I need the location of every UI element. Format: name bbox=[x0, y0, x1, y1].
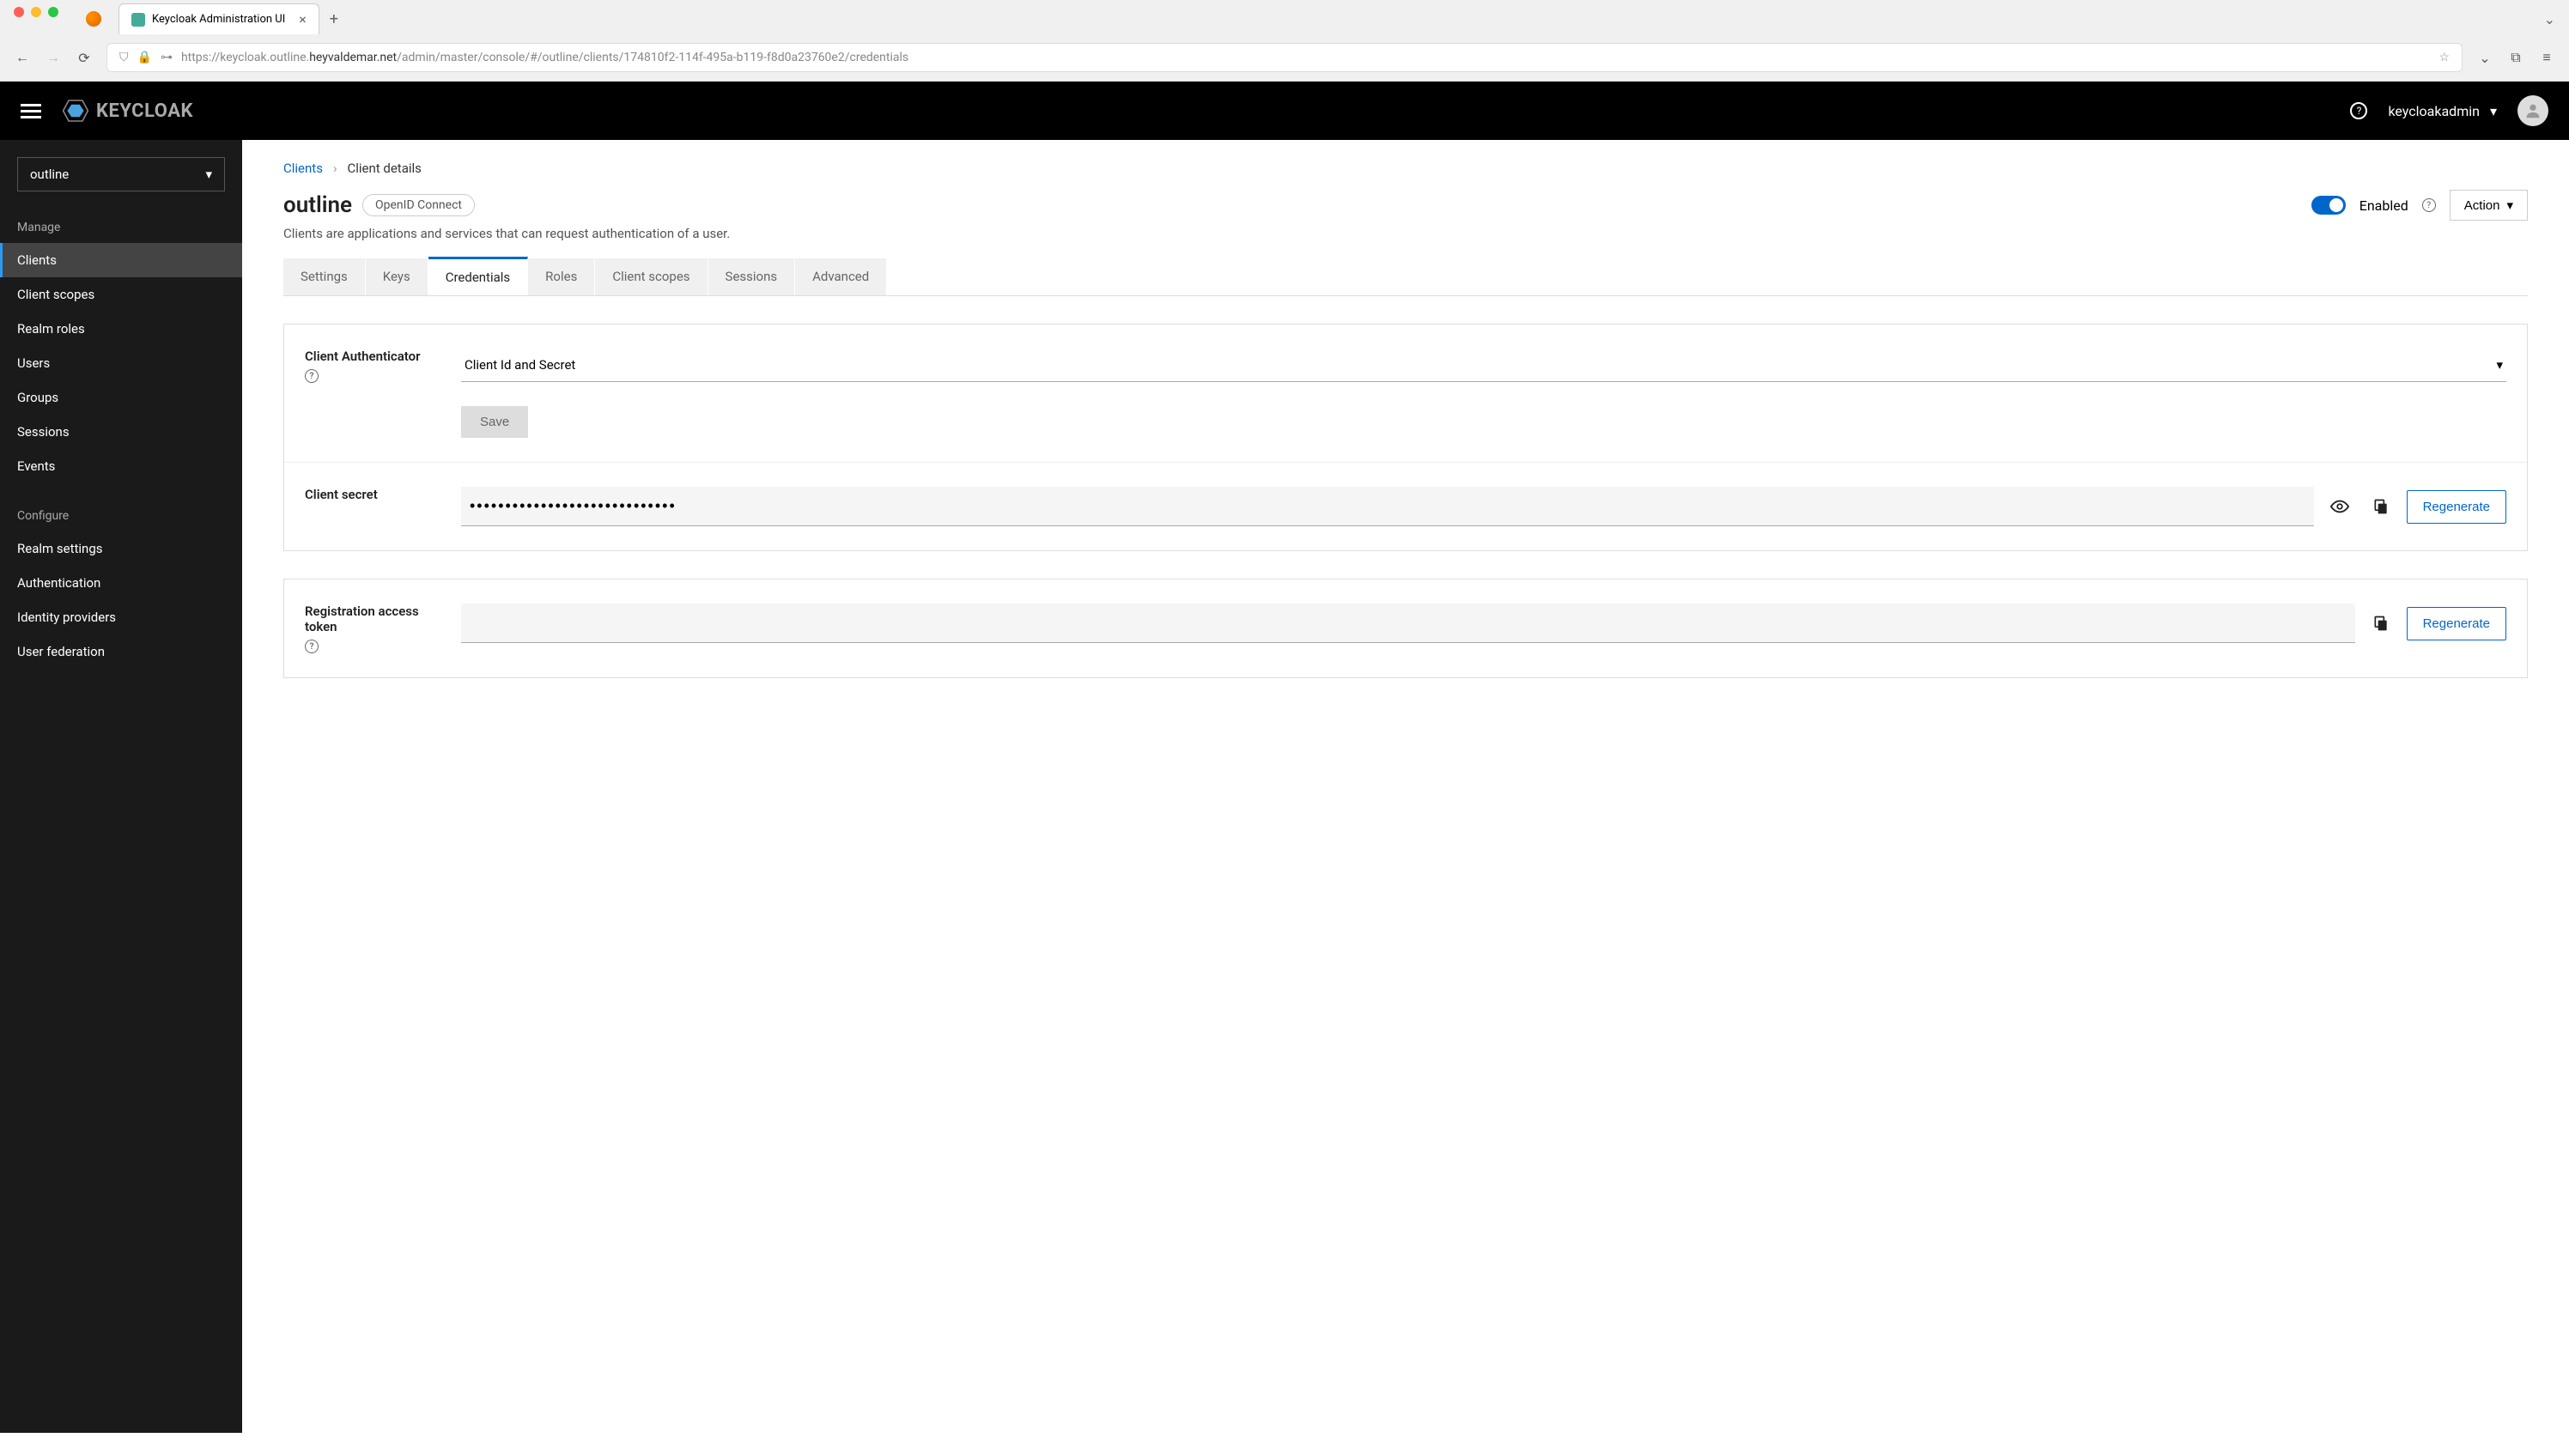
chevron-right-icon: › bbox=[333, 161, 337, 176]
extensions-icon[interactable]: ⧉ bbox=[2507, 49, 2524, 66]
help-icon[interactable]: ? bbox=[305, 369, 319, 383]
sidebar-item-users[interactable]: Users bbox=[0, 346, 242, 380]
registration-token-input[interactable] bbox=[461, 604, 2355, 643]
caret-down-icon: ▾ bbox=[205, 167, 212, 182]
pocket-icon[interactable]: ⌄ bbox=[2476, 49, 2493, 66]
enabled-toggle[interactable] bbox=[2311, 196, 2346, 215]
caret-down-icon: ▾ bbox=[2490, 103, 2497, 119]
credentials-card: Client Authenticator ? Client Id and Sec… bbox=[283, 324, 2528, 551]
new-tab-button[interactable]: + bbox=[330, 10, 338, 28]
copy-icon bbox=[2372, 615, 2390, 632]
tab-keys[interactable]: Keys bbox=[366, 258, 428, 295]
page-title: outline bbox=[283, 192, 352, 218]
tab-settings[interactable]: Settings bbox=[283, 258, 366, 295]
sidebar: outline ▾ Manage Clients Client scopes R… bbox=[0, 140, 242, 1433]
bookmark-icon[interactable]: ☆ bbox=[2438, 51, 2450, 64]
sidebar-item-authentication[interactable]: Authentication bbox=[0, 566, 242, 600]
tab-title: Keycloak Administration UI bbox=[152, 13, 285, 26]
sidebar-item-user-federation[interactable]: User federation bbox=[0, 634, 242, 669]
authenticator-select[interactable]: Client Id and Secret ▾ bbox=[461, 349, 2506, 382]
keycloak-logo-icon bbox=[62, 99, 89, 123]
eye-icon bbox=[2330, 497, 2349, 516]
shield-icon[interactable]: ⛉ bbox=[119, 51, 129, 64]
sidebar-item-events[interactable]: Events bbox=[0, 449, 242, 483]
hamburger-menu[interactable] bbox=[21, 100, 41, 122]
firefox-icon[interactable] bbox=[86, 11, 101, 27]
user-menu[interactable]: keycloakadmin ▾ bbox=[2388, 103, 2497, 119]
browser-tab[interactable]: Keycloak Administration UI × bbox=[118, 3, 319, 34]
client-secret-input[interactable] bbox=[461, 487, 2314, 526]
reveal-secret-button[interactable] bbox=[2324, 491, 2355, 522]
token-card: Registration access token ? Regenerate bbox=[283, 579, 2528, 678]
regenerate-token-button[interactable]: Regenerate bbox=[2407, 607, 2506, 640]
sidebar-item-sessions[interactable]: Sessions bbox=[0, 415, 242, 449]
forward-button: → bbox=[45, 49, 62, 66]
help-icon[interactable]: ? bbox=[2350, 102, 2367, 119]
back-button[interactable]: ← bbox=[14, 49, 31, 66]
breadcrumb-current: Client details bbox=[347, 161, 421, 176]
brand-text: KEYCLOAK bbox=[96, 100, 193, 122]
protocol-badge: OpenID Connect bbox=[362, 194, 475, 216]
tabs-dropdown-icon[interactable]: ⌄ bbox=[2544, 11, 2555, 27]
regenerate-secret-button[interactable]: Regenerate bbox=[2407, 490, 2506, 524]
sidebar-section-manage: Manage bbox=[0, 212, 242, 243]
registration-token-label: Registration access token ? bbox=[305, 604, 434, 653]
sidebar-item-client-scopes[interactable]: Client scopes bbox=[0, 277, 242, 312]
lock-icon[interactable]: 🔒 bbox=[137, 51, 152, 64]
breadcrumb: Clients › Client details bbox=[283, 161, 2528, 176]
realm-selector[interactable]: outline ▾ bbox=[17, 157, 225, 191]
copy-secret-button[interactable] bbox=[2366, 491, 2396, 522]
copy-token-button[interactable] bbox=[2366, 608, 2396, 639]
tabs: Settings Keys Credentials Roles Client s… bbox=[283, 258, 2528, 296]
sidebar-item-realm-roles[interactable]: Realm roles bbox=[0, 312, 242, 346]
sidebar-item-realm-settings[interactable]: Realm settings bbox=[0, 531, 242, 566]
sidebar-item-identity-providers[interactable]: Identity providers bbox=[0, 600, 242, 634]
tab-credentials[interactable]: Credentials bbox=[428, 257, 528, 295]
tab-favicon bbox=[131, 13, 145, 27]
main-content: Clients › Client details outline OpenID … bbox=[242, 140, 2569, 1433]
tab-close-icon[interactable]: × bbox=[299, 11, 307, 27]
sidebar-item-clients[interactable]: Clients bbox=[0, 243, 242, 277]
tab-roles[interactable]: Roles bbox=[528, 258, 595, 295]
reload-button[interactable]: ⟳ bbox=[76, 49, 93, 66]
caret-down-icon: ▾ bbox=[2496, 357, 2503, 373]
copy-icon bbox=[2372, 498, 2390, 515]
tab-sessions[interactable]: Sessions bbox=[708, 258, 796, 295]
url-bar[interactable]: ⛉ 🔒 ⊶ https://keycloak.outline.heyvaldem… bbox=[106, 43, 2463, 72]
page-subtitle: Clients are applications and services th… bbox=[283, 226, 2528, 241]
realm-name: outline bbox=[30, 167, 69, 182]
username: keycloakadmin bbox=[2388, 103, 2480, 119]
browser-chrome: Keycloak Administration UI × + ⌄ ← → ⟳ ⛉… bbox=[0, 0, 2569, 82]
user-icon bbox=[2523, 101, 2542, 120]
sidebar-item-groups[interactable]: Groups bbox=[0, 380, 242, 415]
menu-icon[interactable]: ≡ bbox=[2538, 49, 2555, 66]
caret-down-icon: ▾ bbox=[2506, 197, 2513, 213]
tab-advanced[interactable]: Advanced bbox=[795, 258, 887, 295]
client-secret-label: Client secret bbox=[305, 487, 434, 502]
breadcrumb-clients[interactable]: Clients bbox=[283, 161, 323, 176]
enabled-label: Enabled bbox=[2359, 197, 2408, 214]
action-dropdown[interactable]: Action ▾ bbox=[2450, 190, 2528, 221]
url-text: https://keycloak.outline.heyvaldemar.net… bbox=[181, 51, 908, 64]
app-header: KEYCLOAK ? keycloakadmin ▾ bbox=[0, 82, 2569, 140]
tab-client-scopes[interactable]: Client scopes bbox=[595, 258, 708, 295]
save-button[interactable]: Save bbox=[461, 406, 528, 438]
sidebar-section-configure: Configure bbox=[0, 500, 242, 531]
help-icon[interactable]: ? bbox=[2422, 198, 2436, 212]
key-icon[interactable]: ⊶ bbox=[161, 51, 173, 64]
authenticator-label: Client Authenticator ? bbox=[305, 349, 434, 383]
authenticator-value: Client Id and Secret bbox=[465, 357, 575, 373]
logo[interactable]: KEYCLOAK bbox=[62, 99, 193, 123]
avatar[interactable] bbox=[2517, 95, 2548, 126]
help-icon[interactable]: ? bbox=[305, 640, 319, 653]
